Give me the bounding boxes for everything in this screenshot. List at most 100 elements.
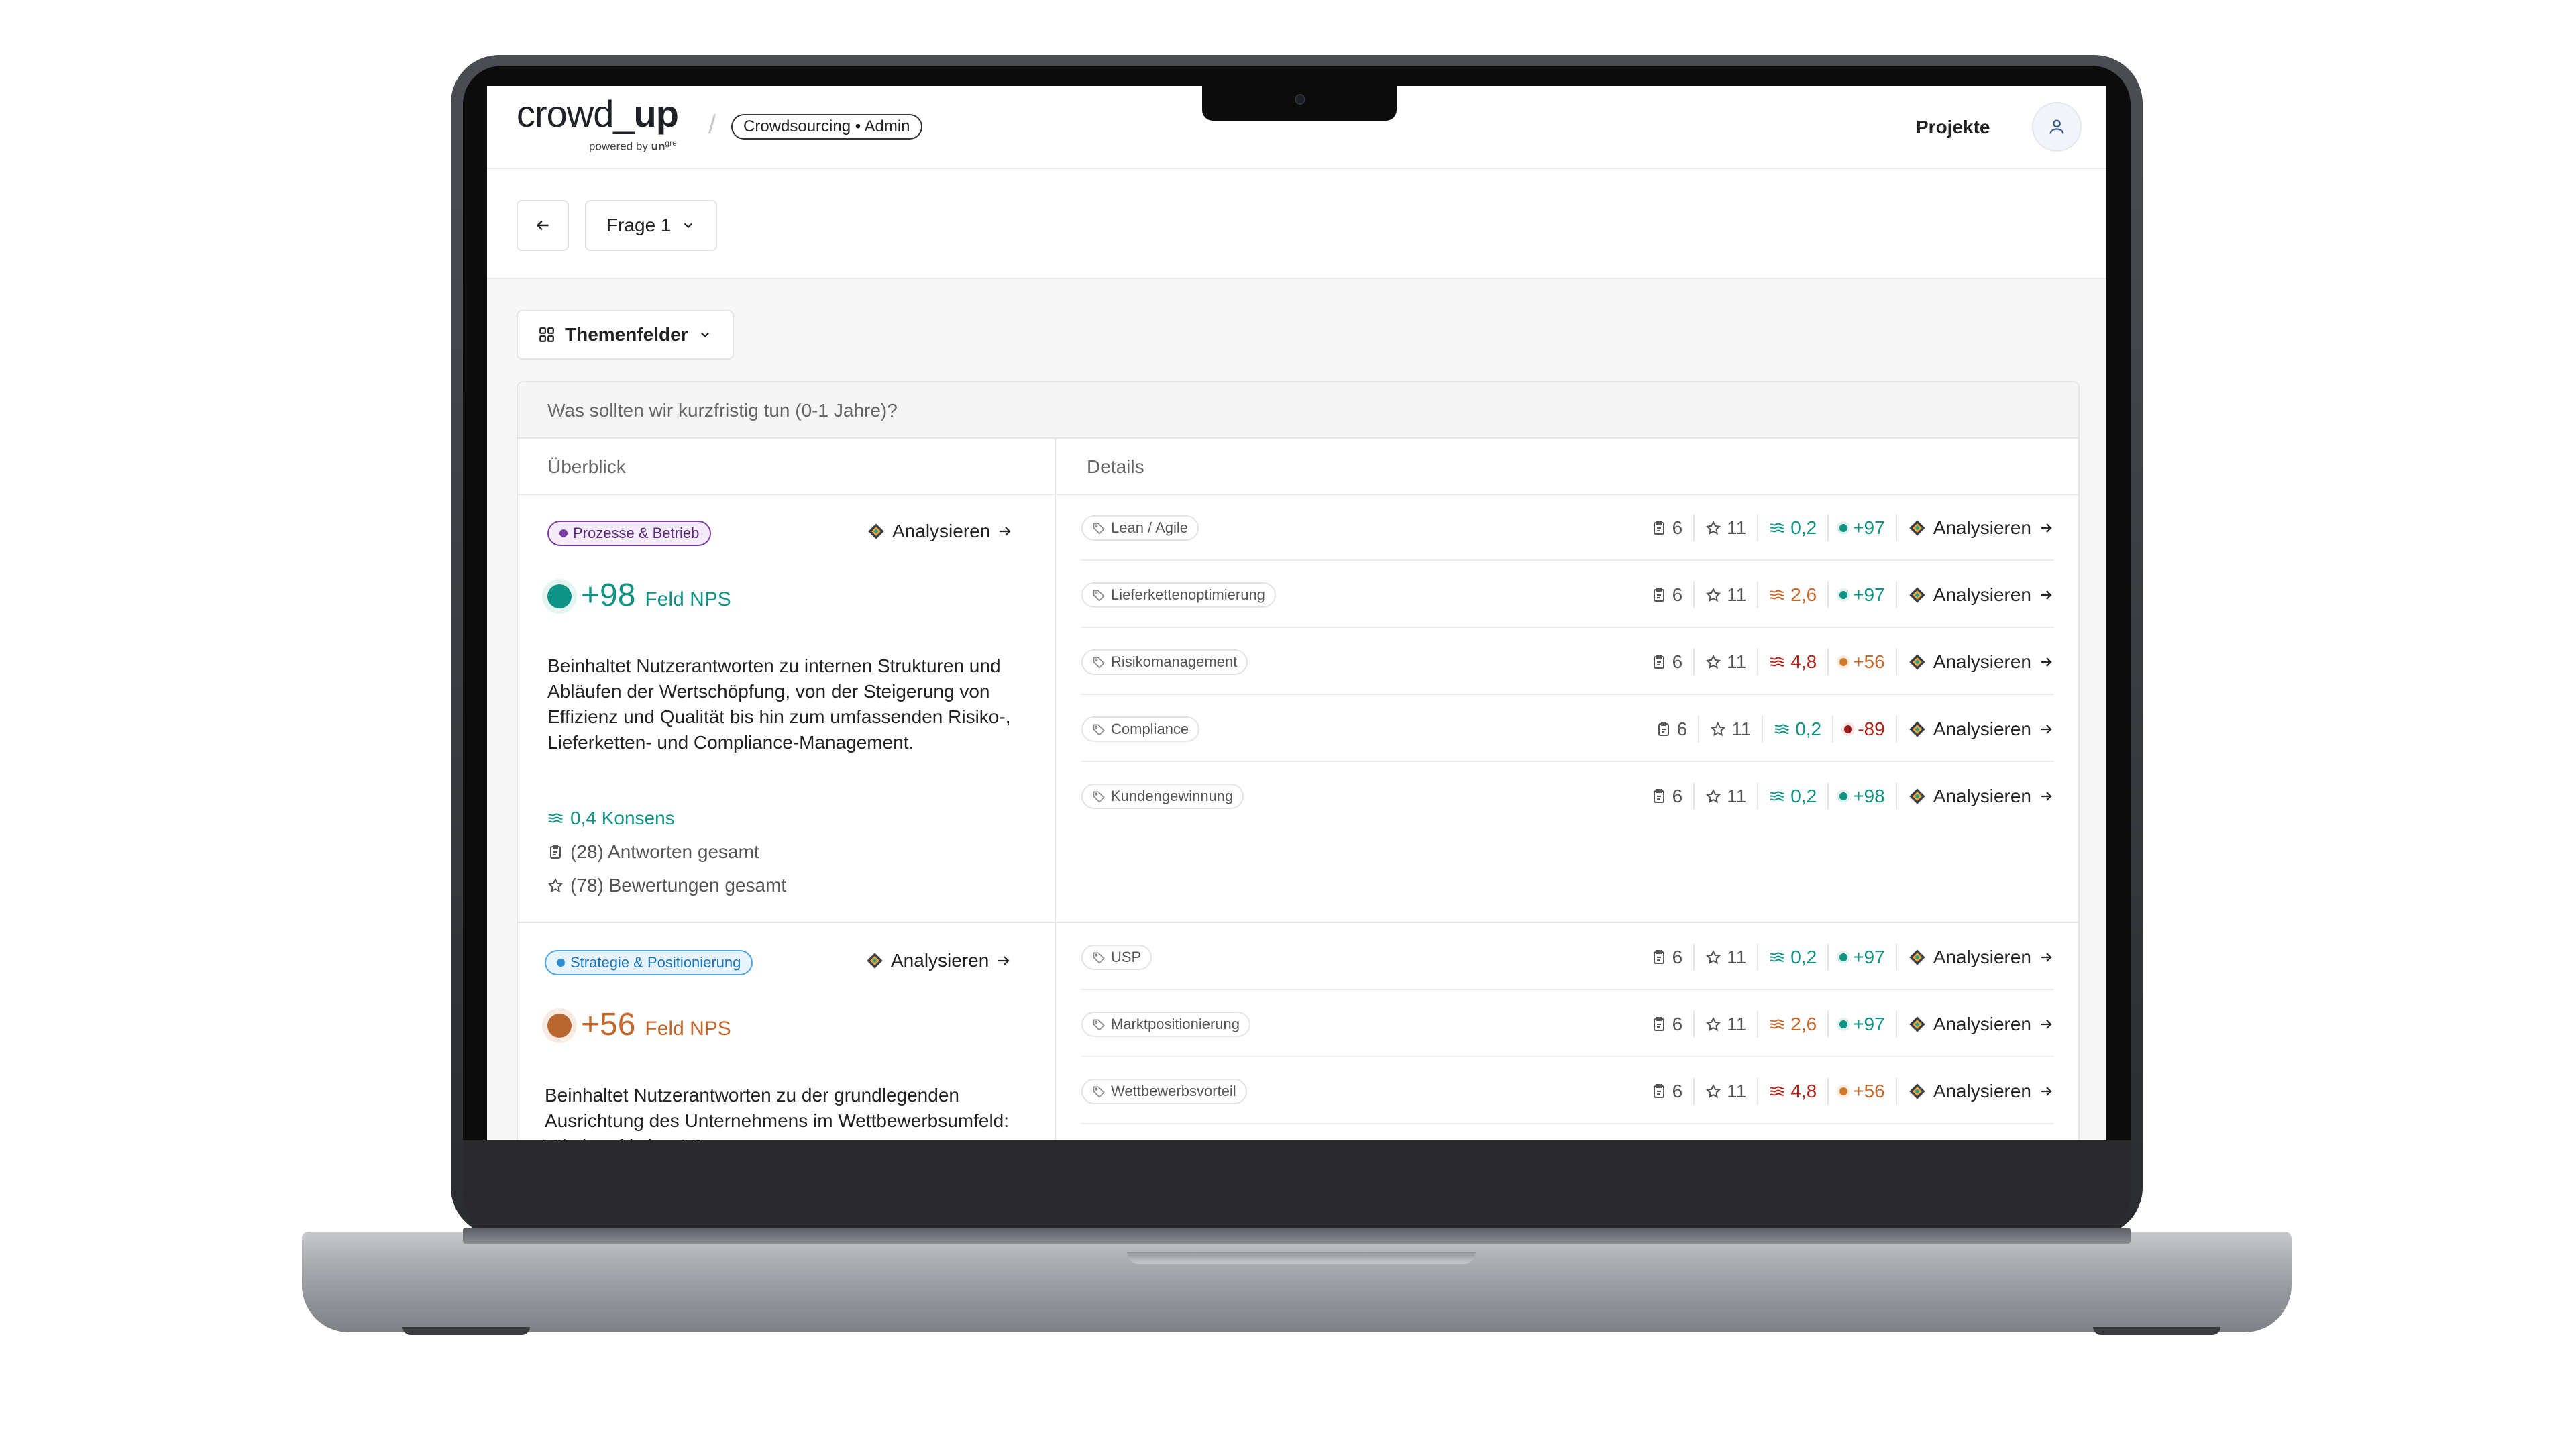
topic-tag[interactable]: USP	[1081, 945, 1152, 970]
diamond-logo-icon	[867, 953, 883, 969]
topic-answers-value: 6	[1672, 947, 1683, 967]
tag-icon	[1092, 722, 1106, 736]
analyse-topic-button[interactable]: Analysieren	[1897, 1078, 2054, 1105]
user-icon	[2049, 119, 2064, 134]
topic-ratings: 11	[1695, 649, 1759, 676]
arrow-right-icon	[2038, 1016, 2054, 1032]
logo-powered-by: powered by ungre	[589, 138, 677, 154]
topic-consensus: 0,2	[1758, 783, 1829, 810]
logo-powered-text: powered by	[589, 140, 651, 153]
field-answers-label: (28) Antworten gesamt	[570, 841, 759, 862]
analyse-label: Analysieren	[1933, 1081, 2031, 1102]
logo-brand: un	[651, 140, 665, 153]
arrow-right-icon	[2038, 949, 2054, 965]
arrow-right-icon	[2038, 1083, 2054, 1099]
topic-name: USP	[1111, 949, 1142, 965]
arrow-right-icon	[998, 956, 1010, 965]
topic-tag[interactable]: Wettbewerbsvorteil	[1081, 1079, 1247, 1104]
question-select[interactable]: Frage 1	[585, 200, 717, 251]
topic-nps-value: +97	[1853, 1014, 1885, 1034]
analyse-field-button[interactable]: Analysieren	[865, 950, 1012, 971]
nps-status-dot	[1839, 953, 1848, 961]
laptop-opening-groove	[1127, 1252, 1476, 1264]
analyse-label: Analysieren	[1933, 786, 2031, 806]
tag-icon	[1092, 790, 1106, 803]
app-logo[interactable]: crowd_up	[517, 93, 679, 135]
mode-badge: Crowdsourcing • Admin	[731, 114, 922, 140]
clipboard-icon	[1651, 788, 1667, 804]
topic-nps: +97	[1829, 582, 1897, 608]
nps-status-dot	[1844, 725, 1853, 733]
field-tag-dot	[559, 529, 568, 537]
field-ratings-total: (78) Bewertungen gesamt	[547, 875, 786, 896]
topic-nps: +97	[1829, 515, 1897, 541]
topic-consensus: 2,6	[1758, 582, 1829, 608]
analyse-label: Analysieren	[1933, 947, 2031, 967]
topic-nps-value: +97	[1853, 584, 1885, 605]
topic-tag[interactable]: Risikomanagement	[1081, 649, 1248, 675]
tag-icon	[1092, 1018, 1106, 1031]
topic-answers: 6	[1640, 1078, 1695, 1105]
analyse-field-button[interactable]: Analysieren	[867, 521, 1013, 542]
topic-tag[interactable]: Compliance	[1081, 716, 1200, 742]
tag-icon	[1092, 521, 1106, 535]
view-select[interactable]: Themenfelder	[517, 310, 734, 360]
field-nps-value: +56	[581, 1007, 636, 1042]
topic-metrics: 6 11 0,2 +98 Analysieren	[1640, 763, 2054, 829]
laptop-base	[302, 1232, 2292, 1332]
topic-metrics: 6 11 0,2 +97 Analysieren	[1640, 924, 2054, 990]
field-description: Beinhaltet Nutzerantworten zu internen S…	[547, 655, 1011, 753]
topic-answers: 6	[1640, 649, 1695, 676]
analyse-topic-button[interactable]: Analysieren	[1897, 716, 2054, 743]
topic-nps: +97	[1829, 944, 1897, 971]
topic-ratings: 11	[1695, 515, 1759, 541]
topic-tag[interactable]: Lieferkettenoptimierung	[1081, 582, 1276, 608]
analyse-topic-button[interactable]: Analysieren	[1897, 649, 2054, 676]
topic-ratings: 11	[1695, 1011, 1759, 1038]
topic-consensus: 2,6	[1758, 1011, 1829, 1038]
analyse-topic-button[interactable]: Analysieren	[1897, 944, 2054, 971]
topic-row: Compliance 6 11 0,2 -89 Analysieren	[1081, 696, 2054, 762]
topic-tag[interactable]: Marktpositionierung	[1081, 1012, 1250, 1037]
waves-icon	[1769, 520, 1785, 536]
nav-projects[interactable]: Projekte	[1916, 117, 1990, 138]
topic-consensus-value: 0,2	[1790, 786, 1817, 806]
diamond-logo-icon	[1908, 787, 1927, 806]
topic-ratings: 11	[1695, 582, 1759, 608]
user-avatar[interactable]	[2032, 102, 2082, 152]
topic-row: Wettbewerbsvorteil 6 11 4,8 +56 Analysieren	[1081, 1059, 2054, 1124]
clipboard-icon	[1651, 587, 1667, 603]
topic-ratings-value: 11	[1727, 947, 1747, 967]
topic-answers: 6	[1645, 716, 1700, 743]
waves-icon	[1769, 1016, 1785, 1032]
app-screen: crowd_up powered by ungre / Crowdsourcin…	[487, 86, 2106, 1140]
topic-name: Compliance	[1111, 720, 1189, 737]
waves-icon	[1769, 587, 1785, 603]
analyse-label: Analysieren	[1933, 517, 2031, 538]
clipboard-icon	[1651, 1083, 1667, 1099]
field-tag: Strategie & Positionierung	[545, 950, 753, 975]
topic-ratings-value: 11	[1727, 786, 1747, 806]
back-button[interactable]	[517, 200, 569, 251]
analyse-topic-button[interactable]: Analysieren	[1897, 1011, 2054, 1038]
tag-icon	[1092, 655, 1106, 669]
laptop-foot-right	[2093, 1327, 2220, 1335]
topic-tag[interactable]: Kundengewinnung	[1081, 784, 1244, 809]
topic-answers-value: 6	[1672, 786, 1683, 806]
diamond-logo-icon	[1908, 1015, 1927, 1034]
topic-metrics: 6 11 2,6 +97 Analysieren	[1640, 562, 2054, 628]
topic-answers: 6	[1640, 944, 1695, 971]
logo-text-bold: up	[633, 93, 679, 135]
topic-ratings-value: 11	[1731, 718, 1752, 739]
star-icon	[1710, 721, 1726, 737]
arrow-right-icon	[2038, 721, 2054, 737]
analyse-topic-button[interactable]: Analysieren	[1897, 783, 2054, 810]
logo-divider: /	[708, 110, 716, 140]
topic-consensus-value: 4,8	[1790, 651, 1817, 672]
topic-tag[interactable]: Lean / Agile	[1081, 515, 1199, 541]
analyse-topic-button[interactable]: Analysieren	[1897, 515, 2054, 541]
topic-row: Kundengewinnung 6 11 0,2 +98 Analysieren	[1081, 763, 2054, 829]
nps-status-dot	[1839, 591, 1848, 599]
waves-icon	[1769, 949, 1785, 965]
analyse-topic-button[interactable]: Analysieren	[1897, 582, 2054, 608]
